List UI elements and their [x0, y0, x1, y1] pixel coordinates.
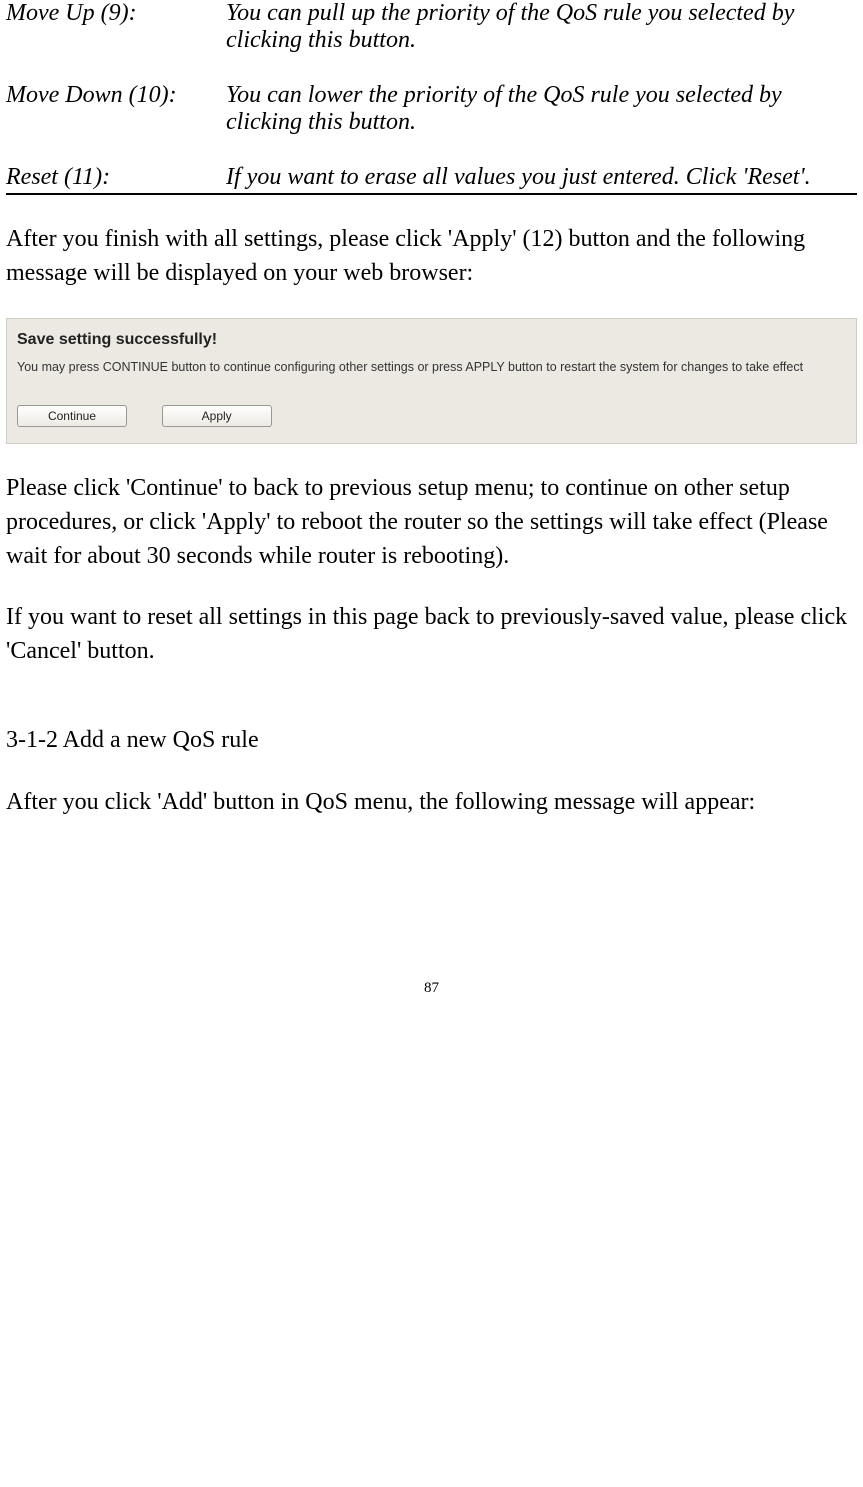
- definition-term: Move Up (9):: [6, 0, 226, 54]
- page-number: 87: [6, 980, 857, 997]
- save-confirm-dialog: Save setting successfully! You may press…: [6, 318, 857, 444]
- definition-desc: You can lower the priority of the QoS ru…: [226, 82, 857, 136]
- dialog-message: You may press CONTINUE button to continu…: [17, 359, 846, 375]
- definition-term: Move Down (10):: [6, 82, 226, 136]
- definition-term: Reset (11):: [6, 164, 226, 194]
- definition-row: Move Up (9): You can pull up the priorit…: [6, 0, 857, 54]
- continue-button[interactable]: Continue: [17, 405, 127, 427]
- section-heading: 3-1-2 Add a new QoS rule: [6, 724, 857, 758]
- paragraph-apply-instruction: After you finish with all settings, plea…: [6, 223, 857, 290]
- paragraph-cancel-instruction: If you want to reset all settings in thi…: [6, 601, 857, 668]
- definition-table: Move Up (9): You can pull up the priorit…: [6, 0, 857, 195]
- document-page: Move Up (9): You can pull up the priorit…: [0, 0, 863, 1037]
- definition-desc: If you want to erase all values you just…: [226, 164, 857, 194]
- paragraph-add-instruction: After you click 'Add' button in QoS menu…: [6, 786, 857, 820]
- paragraph-continue-instruction: Please click 'Continue' to back to previ…: [6, 472, 857, 573]
- definition-desc: You can pull up the priority of the QoS …: [226, 0, 857, 54]
- apply-button[interactable]: Apply: [162, 405, 272, 427]
- dialog-button-row: Continue Apply: [17, 399, 846, 427]
- dialog-title: Save setting successfully!: [17, 331, 846, 349]
- definition-row: Reset (11): If you want to erase all val…: [6, 164, 857, 194]
- definition-row: Move Down (10): You can lower the priori…: [6, 82, 857, 136]
